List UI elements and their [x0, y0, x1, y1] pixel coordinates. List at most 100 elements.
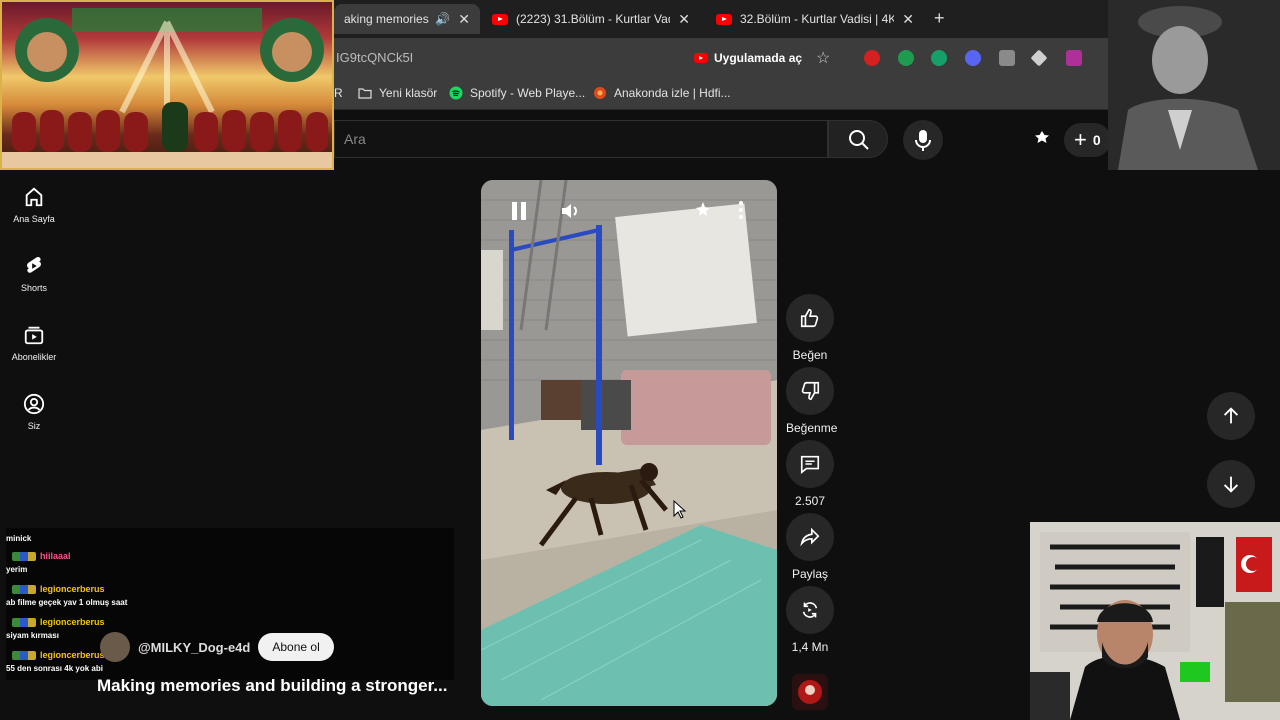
- create-button[interactable]: + 0: [1064, 123, 1111, 157]
- short-title[interactable]: Making memories and building a stronger.…: [97, 676, 447, 696]
- webcam-feed: [1030, 522, 1280, 720]
- bookmark-spotify[interactable]: Spotify - Web Playe...: [449, 86, 585, 100]
- speaker-icon[interactable]: 🔊: [435, 12, 450, 26]
- chat-text: siyam kırması: [6, 631, 59, 640]
- short-video-player[interactable]: [481, 180, 777, 706]
- bookmark-label: R: [334, 86, 343, 100]
- url-text[interactable]: IG9tcQNCk5I: [336, 50, 413, 65]
- shield-icon[interactable]: [999, 50, 1015, 66]
- chat-user-name: legioncerberus: [40, 584, 105, 594]
- remix-button[interactable]: 1,4 Mn: [786, 586, 834, 654]
- close-tab-icon[interactable]: ✕: [902, 11, 914, 28]
- dislike-label: Beğenme: [786, 421, 838, 435]
- plus-icon: +: [1074, 127, 1087, 152]
- sidebar-label: Ana Sayfa: [13, 214, 55, 224]
- tab-title: (2223) 31.Bölüm - Kurtlar Vadisi: [516, 12, 671, 26]
- sidebar-label: Abonelikler: [11, 352, 57, 362]
- extension-icon[interactable]: [1030, 49, 1048, 67]
- chat-username: legioncerberus: [12, 584, 105, 594]
- shorts-icon: [27, 256, 41, 273]
- sound-thumbnail[interactable]: [792, 674, 828, 710]
- bookmark-label: Yeni klasör: [379, 86, 438, 100]
- like-button[interactable]: Beğen: [786, 294, 834, 362]
- sidebar-item-home[interactable]: Ana Sayfa: [0, 186, 68, 224]
- remix-icon: [802, 602, 818, 618]
- next-short-button[interactable]: [1207, 460, 1255, 508]
- thumbs-up-icon: [800, 308, 819, 328]
- chat-username: legioncerberus: [12, 650, 105, 660]
- discord-icon[interactable]: [965, 50, 981, 66]
- bookmark-item[interactable]: R: [334, 86, 343, 100]
- close-tab-icon[interactable]: ✕: [458, 11, 470, 28]
- bookmark-anakonda[interactable]: Anakonda izle | Hdfi...: [593, 86, 731, 100]
- dislike-button[interactable]: Beğenme: [786, 367, 838, 435]
- bookmark-label: Anakonda izle | Hdfi...: [614, 86, 731, 100]
- religious-painting-overlay: [0, 0, 334, 170]
- search-input[interactable]: [334, 120, 828, 158]
- channel-name[interactable]: @MILKY_Dog-e4d: [138, 640, 250, 655]
- previous-short-button[interactable]: [1207, 392, 1255, 440]
- remix-count: 1,4 Mn: [791, 640, 829, 654]
- bookmark-folder[interactable]: Yeni klasör: [358, 86, 437, 100]
- close-tab-icon[interactable]: ✕: [678, 11, 690, 28]
- comment-icon: [800, 455, 820, 474]
- create-count: 0: [1092, 132, 1101, 148]
- effects-button[interactable]: [693, 200, 713, 225]
- like-circle: [786, 294, 834, 342]
- subscriptions-icon: [24, 326, 44, 345]
- volume-icon: [562, 204, 577, 218]
- subscribe-button[interactable]: Abone ol: [258, 633, 334, 661]
- share-label: Paylaş: [791, 567, 829, 581]
- extension-icon[interactable]: [1066, 50, 1082, 66]
- comments-button[interactable]: 2.507: [786, 440, 834, 508]
- spotify-icon: [449, 86, 463, 100]
- dislike-circle: [786, 367, 834, 415]
- like-label: Beğen: [792, 348, 828, 362]
- pause-button[interactable]: [509, 200, 529, 227]
- sidebar-item-subscriptions[interactable]: Abonelikler: [0, 324, 68, 362]
- chat-badge-icon: [12, 650, 36, 660]
- chat-message: legioncerberus ab filme geçek yav 1 olmu…: [6, 581, 456, 614]
- grammarly-icon[interactable]: [931, 50, 947, 66]
- sidebar-item-shorts[interactable]: Shorts: [0, 255, 68, 293]
- sidebar-label: Siz: [27, 421, 41, 431]
- shorts-effects-icon[interactable]: [1030, 128, 1054, 152]
- comments-circle: [786, 440, 834, 488]
- chat-text: 55 den sonrası 4k yok abi: [6, 664, 103, 673]
- chat-row-bg: [6, 528, 454, 548]
- share-icon: [800, 527, 820, 547]
- bookmark-star-icon[interactable]: ☆: [816, 48, 830, 68]
- sparkle-icon: [696, 202, 710, 216]
- youtube-icon: [694, 53, 708, 63]
- search-placeholder: Ara: [344, 131, 366, 147]
- account-icon: [23, 393, 45, 415]
- chat-badge-icon: [12, 551, 36, 561]
- extension-icon[interactable]: [898, 50, 914, 66]
- tab-kurtlar-31[interactable]: (2223) 31.Bölüm - Kurtlar Vadisi ✕: [482, 4, 700, 34]
- chat-message: minick: [6, 528, 456, 548]
- remix-circle: [786, 586, 834, 634]
- channel-avatar[interactable]: [100, 632, 130, 662]
- sidebar-label: Shorts: [20, 283, 47, 293]
- bookmark-label: Spotify - Web Playe...: [470, 86, 586, 100]
- painting-image: [2, 8, 332, 168]
- tab-active[interactable]: aking memories a 🔊 ✕: [334, 4, 480, 34]
- more-options-button[interactable]: [737, 200, 745, 225]
- open-in-app-button[interactable]: Uygulamada aç: [688, 46, 812, 70]
- volume-button[interactable]: [559, 200, 581, 227]
- tab-kurtlar-32[interactable]: 32.Bölüm - Kurtlar Vadisi | 4K - ✕: [706, 4, 924, 34]
- comments-count: 2.507: [794, 494, 826, 508]
- tab-title: 32.Bölüm - Kurtlar Vadisi | 4K -: [740, 12, 895, 26]
- sidebar-item-you[interactable]: Siz: [0, 393, 68, 431]
- extension-icon[interactable]: [864, 50, 880, 66]
- streamer-webcam: [1030, 522, 1280, 720]
- microphone-icon: [915, 130, 931, 151]
- share-button[interactable]: Paylaş: [786, 513, 834, 581]
- search-button[interactable]: [828, 120, 888, 158]
- chat-text: minick: [6, 534, 32, 543]
- chat-user-name: legioncerberus: [40, 650, 105, 660]
- new-tab-icon[interactable]: +: [934, 8, 945, 29]
- tab-title: aking memories a: [344, 12, 430, 26]
- voice-search-button[interactable]: [903, 120, 943, 160]
- chat-badge-icon: [12, 584, 36, 594]
